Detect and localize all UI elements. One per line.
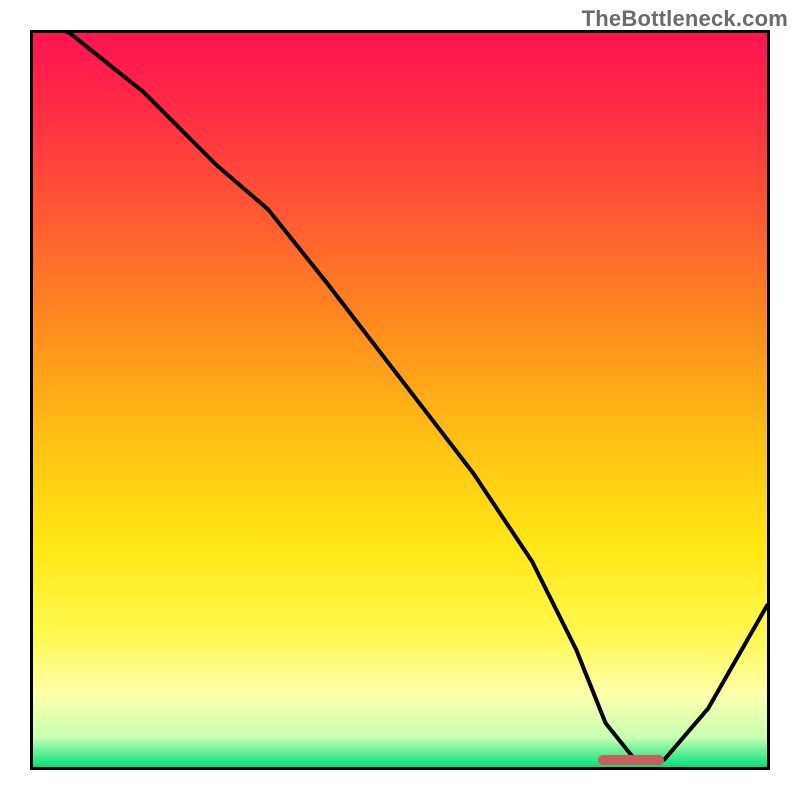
optimal-range-marker <box>598 755 664 765</box>
watermark-text: TheBottleneck.com <box>582 6 788 32</box>
bottleneck-curve <box>33 33 767 767</box>
curve-path <box>33 33 767 760</box>
chart-stage: TheBottleneck.com <box>0 0 800 800</box>
plot-frame <box>30 30 770 770</box>
